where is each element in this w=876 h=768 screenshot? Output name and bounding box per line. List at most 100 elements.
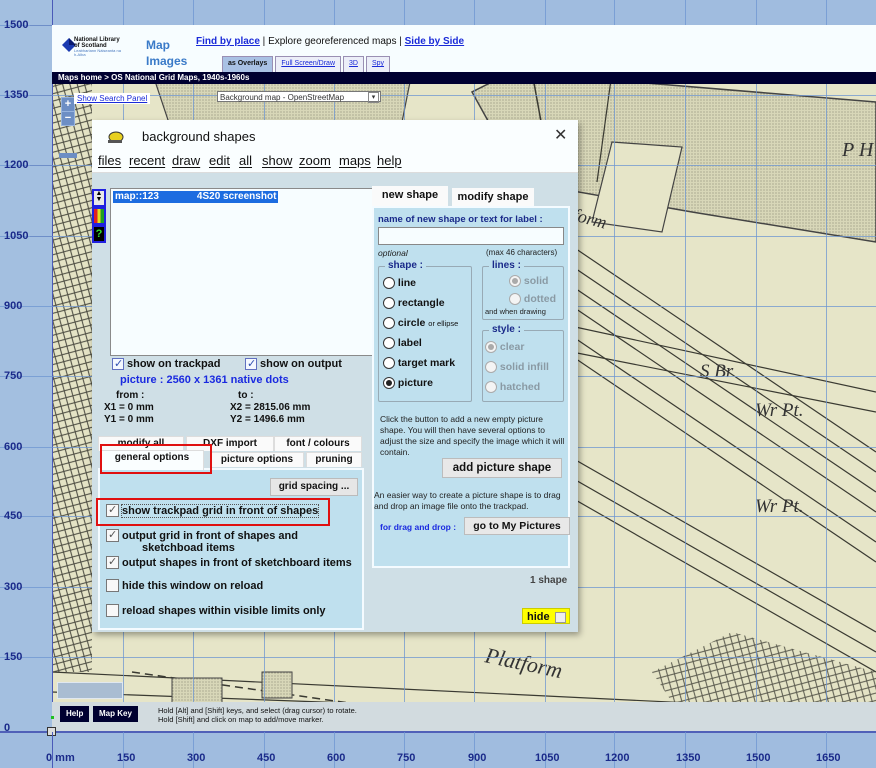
tab-font-colours[interactable]: font / colours [274,436,362,451]
add-picture-shape-button[interactable]: add picture shape [442,458,562,478]
list-item-name: 4S20 screenshot [196,191,277,202]
tab-full-screen-draw[interactable]: Full Screen/Draw [275,56,341,72]
output-shapes-checkbox[interactable] [106,555,119,569]
option-label-continued: sketchboad items [142,542,235,554]
radio-target-mark[interactable] [383,357,395,370]
radio-hatched[interactable] [485,381,497,394]
radio-clear[interactable] [485,341,497,354]
zoom-slider-handle[interactable] [59,153,77,158]
menu-help[interactable]: help [377,153,402,168]
radio-rectangle[interactable] [383,297,395,310]
shape-option-target-mark[interactable]: target mark [383,357,455,370]
tab-3d[interactable]: 3D [343,56,364,72]
hide-window-checkbox[interactable] [106,579,119,592]
option-output-shapes[interactable]: output shapes in front of sketchboard it… [106,555,352,569]
grid-spacing-button[interactable]: grid spacing ... [270,478,358,496]
colours-icon[interactable] [94,209,104,223]
y-tick-mark [30,25,52,26]
tab-picture-options[interactable]: picture options [210,452,304,467]
breadcrumb[interactable]: Maps home > OS National Grid Maps, 1940s… [52,72,876,84]
hide-button[interactable]: hide [522,608,570,624]
help-question-icon[interactable]: ? [94,227,104,241]
shape-option-label[interactable]: label [383,337,422,350]
menu-all[interactable]: all [239,153,252,168]
option-reload-shapes[interactable]: reload shapes within visible limits only [106,604,326,617]
show-on-output-checkbox[interactable] [245,357,257,370]
tab-modify-shape[interactable]: modify shape [452,188,534,206]
side-by-side-link[interactable]: Side by Side [405,36,464,47]
style-option-hatched[interactable]: hatched [485,381,541,394]
menu-show[interactable]: show [262,153,292,168]
hide-checkbox[interactable] [555,612,566,623]
x-tick-label: 450 [257,752,276,764]
shape-option-line[interactable]: line [383,277,417,290]
reload-shapes-checkbox[interactable] [106,604,119,617]
menu-recent[interactable]: recent [129,153,165,168]
map-images-title[interactable]: Map Images [146,37,187,69]
go-to-my-pictures-button[interactable]: go to My Pictures [464,517,570,535]
x-tick-label: 0 mm [46,752,75,764]
shapes-list[interactable]: map::123 4S20 screenshot [110,188,374,356]
nls-logo[interactable]: National Library of Scotland Leabharlann… [62,36,124,66]
radio-solid[interactable] [509,275,521,288]
menu-draw[interactable]: draw [172,153,200,168]
x-tick-label: 300 [187,752,206,764]
picture-info: picture : 2560 x 1361 native dots [120,374,289,386]
shape-option-circle[interactable]: circle or ellipse [383,317,458,330]
lines-legend: lines : [489,260,524,271]
tab-as-overlays[interactable]: as Overlays [222,56,274,72]
menu-zoom[interactable]: zoom [299,153,331,168]
option-show-trackpad-grid[interactable]: show trackpad grid in front of shapes [106,503,320,518]
radio-label: hatched [499,381,541,393]
y-tick-mark [30,95,52,96]
radio-line[interactable] [383,277,395,290]
tab-spy[interactable]: Spy [365,56,391,72]
show-on-output-option[interactable]: show on output [245,357,342,370]
close-icon[interactable]: ✕ [554,125,567,145]
menu-maps[interactable]: maps [339,153,371,168]
shape-name-input[interactable] [378,227,564,245]
show-trackpad-grid-checkbox[interactable] [106,503,119,517]
shape-option-rectangle[interactable]: rectangle [383,297,445,310]
show-on-trackpad-option[interactable]: show on trackpad [112,357,221,370]
options-tabs: modify all DXF import font / colours gen… [96,434,366,632]
show-on-trackpad-label: show on trackpad [127,358,221,370]
tab-pruning[interactable]: pruning [306,452,362,467]
menu-files[interactable]: files [98,153,121,168]
background-map-select[interactable]: Background map - OpenStreetMap ▾ [217,91,381,103]
option-label: reload shapes within visible limits only [122,604,326,617]
show-on-trackpad-checkbox[interactable] [112,357,124,370]
y-tick-label: 150 [4,651,23,663]
y-tick-label: 450 [4,510,23,522]
shape-option-picture[interactable]: picture [383,377,433,390]
show-search-panel-link[interactable]: Show Search Panel [74,93,151,104]
style-option-solid-infill[interactable]: solid infill [485,361,549,374]
zoom-out-button[interactable]: − [61,111,75,126]
radio-circle[interactable] [383,317,395,330]
line-option-solid[interactable]: solid [509,275,548,288]
move-up-down-icon[interactable]: ▲ ▼ [94,190,104,205]
line-option-dotted[interactable]: dotted [509,293,556,306]
find-by-place-link[interactable]: Find by place [196,36,260,47]
radio-picture[interactable] [383,377,395,390]
y-tick-label: 600 [4,441,23,453]
menu-edit[interactable]: edit [209,153,230,168]
option-output-grid[interactable]: output grid in front of shapes and [106,528,298,542]
tab-new-shape[interactable]: new shape [372,186,448,206]
radio-label: line [397,277,417,289]
radio-dotted[interactable] [509,293,521,306]
option-hide-window[interactable]: hide this window on reload [106,579,263,592]
map-images-line2: Images [146,54,188,68]
output-grid-checkbox[interactable] [106,528,119,542]
grid-line [826,0,827,768]
map-key-button[interactable]: Map Key [93,706,138,722]
list-item-selected[interactable]: map::123 4S20 screenshot [113,191,279,203]
radio-label-shape[interactable] [383,337,395,350]
map-label: Wr Pt. [755,496,804,517]
top-nav: Find by place | Explore georeferenced ma… [196,36,464,47]
style-option-clear[interactable]: clear [485,341,524,354]
x-tick-label: 1050 [535,752,560,764]
radio-solid-infill[interactable] [485,361,497,374]
zoom-in-button[interactable]: + [61,97,75,112]
help-button[interactable]: Help [60,706,90,722]
